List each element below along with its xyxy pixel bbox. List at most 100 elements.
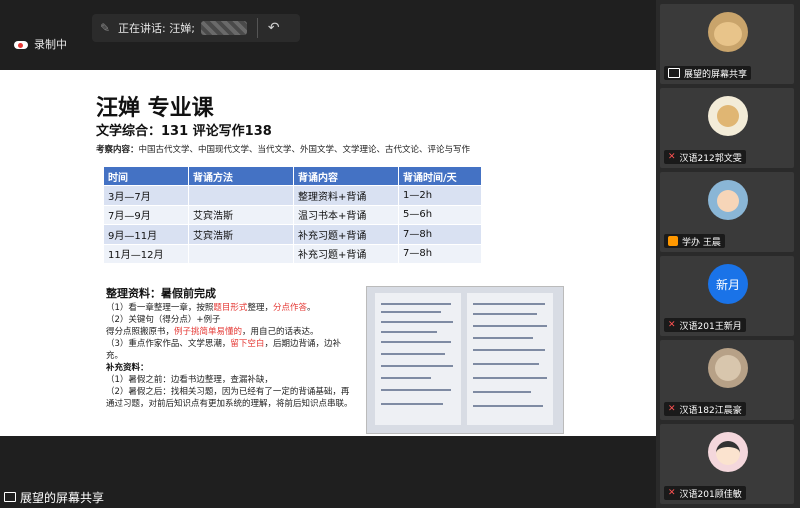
mic-off-icon: ✕: [668, 320, 676, 330]
presenter-label: 展望的屏幕共享: [20, 490, 105, 505]
table-cell: 5—6h: [398, 204, 482, 225]
participant-name: 汉语212郭文雯: [679, 153, 742, 164]
participant-tile[interactable]: 学办 王晨: [660, 172, 794, 252]
text-line: [381, 341, 451, 343]
table-header: 背诵内容: [293, 166, 399, 186]
top-bar: 录制中 ✎ 正在讲话: 汪婵; ↶: [0, 0, 656, 70]
scope-text: 中国古代文学、中国现代文学、当代文学、外国文学、文学理论、古代文论、评论与写作: [138, 145, 471, 155]
recording-indicator[interactable]: 录制中: [14, 36, 67, 52]
table-row: 3月—7月 整理资料+背诵 1—2h: [103, 185, 482, 206]
participant-name: 汉语182江晨豪: [679, 405, 742, 416]
text-line: [473, 325, 547, 327]
table-cell: 补充习题+背诵: [293, 224, 399, 245]
table-cell: 1—2h: [398, 185, 482, 206]
text-line: [473, 391, 531, 393]
participant-caption: ✕ 汉语201王新月: [664, 318, 746, 332]
text-line: [473, 303, 545, 305]
text-avatar: 新月: [708, 264, 748, 304]
scope-label: 考察内容：: [96, 145, 139, 155]
note-line: （3）重点作家作品、文学思潮，留下空白，后期边背诵，边补充。: [106, 339, 341, 361]
photo-avatar: [708, 348, 748, 388]
note-line: 得分点照搬原书，例子挑简单易懂的，用自己的话表达。: [106, 327, 319, 337]
table-cell: 7—8h: [398, 243, 482, 264]
table-cell: [188, 185, 294, 206]
speaking-label: 正在讲话: 汪婵;: [118, 22, 195, 35]
note-line: （2）关键句（得分点）+例子: [106, 315, 221, 325]
table-row: 11月—12月 补充习题+背诵 7—8h: [103, 243, 482, 264]
text-line: [381, 311, 441, 313]
scope-line: 考察内容：中国古代文学、中国现代文学、当代文学、外国文学、文学理论、古代文论、评…: [96, 143, 470, 155]
table-cell: 整理资料+背诵: [293, 185, 399, 206]
text-line: [473, 363, 539, 365]
screen-share-icon: [4, 492, 16, 502]
schedule-table: 时间 背诵方法 背诵内容 背诵时间/天 3月—7月 整理资料+背诵 1—2h 7…: [103, 166, 482, 264]
shiba-avatar: [708, 12, 748, 52]
text-line: [381, 377, 431, 379]
table-cell: 3月—7月: [103, 185, 189, 206]
notebook-photo: [366, 286, 564, 434]
speaking-indicator: ✎ 正在讲话: 汪婵; ↶: [92, 14, 300, 42]
note-line: （1）看一章整理一章，按照题目形式整理，分点作答。: [106, 303, 316, 313]
text-line: [381, 353, 445, 355]
back-arrow-icon[interactable]: ↶: [268, 20, 280, 36]
participant-tile[interactable]: ✕ 汉语212郭文雯: [660, 88, 794, 168]
table-header: 时间: [103, 166, 189, 186]
cartoon-dog-avatar: [708, 96, 748, 136]
table-header: 背诵方法: [188, 166, 294, 186]
slide-subtitle: 文学综合：131 评论写作138: [96, 124, 272, 139]
table-row: 9月—11月 艾宾浩斯 补充习题+背诵 7—8h: [103, 224, 482, 245]
table-cell: 7月—9月: [103, 204, 189, 225]
table-cell: 艾宾浩斯: [188, 224, 294, 245]
screen-share-icon: [668, 68, 680, 78]
cloud-record-icon: [14, 39, 28, 49]
cartoon-kid-avatar: [708, 432, 748, 472]
mic-off-icon: ✕: [668, 152, 676, 162]
text-line: [473, 349, 545, 351]
divider: [256, 18, 258, 38]
slide-title: 汪婵 专业课: [96, 96, 214, 121]
participant-tile[interactable]: 新月 ✕ 汉语201王新月: [660, 256, 794, 336]
table-cell: 补充习题+背诵: [293, 243, 399, 264]
table-cell: 艾宾浩斯: [188, 204, 294, 225]
table-cell: 7—8h: [398, 224, 482, 245]
table-header: 背诵时间/天: [398, 166, 482, 186]
mic-off-icon: ✕: [668, 488, 676, 498]
table-cell: [188, 243, 294, 264]
mic-off-icon: ✎: [100, 21, 111, 35]
participant-caption: 展望的屏幕共享: [664, 66, 752, 80]
blurred-name: [200, 21, 247, 35]
participant-tile[interactable]: 展望的屏幕共享: [660, 4, 794, 84]
notes-block: 整理资料：暑假前完成 （1）看一章整理一章，按照题目形式整理，分点作答。 （2）…: [106, 288, 356, 410]
text-line: [381, 389, 451, 391]
participant-name: 学办 王晨: [682, 237, 721, 248]
note-line: （2）暑假之后：找相关习题，因为已经有了一定的背诵基础，再通过习题，对前后知识点…: [106, 387, 353, 409]
presenter-bar: 展望的屏幕共享: [0, 486, 660, 508]
shared-slide: 汪婵 专业课 文学综合：131 评论写作138 考察内容：中国古代文学、中国现代…: [0, 70, 656, 436]
participant-tile[interactable]: ✕ 汉语182江晨豪: [660, 340, 794, 420]
participant-name: 汉语201王新月: [679, 321, 742, 332]
text-line: [381, 365, 453, 367]
text-line: [473, 313, 537, 315]
participant-caption: ✕ 汉语212郭文雯: [664, 150, 746, 164]
mic-off-icon: ✕: [668, 404, 676, 414]
notes-heading: 整理资料：暑假前完成: [106, 287, 216, 300]
table-cell: 11月—12月: [103, 243, 189, 264]
cartoon-girl-avatar: [708, 180, 748, 220]
text-line: [381, 403, 443, 405]
text-line: [473, 405, 543, 407]
participant-tile[interactable]: ✕ 汉语201顾佳敏: [660, 424, 794, 504]
text-line: [381, 321, 453, 323]
host-badge-icon: [668, 236, 678, 246]
participant-name: 汉语201顾佳敏: [679, 489, 742, 500]
participant-caption: ✕ 汉语201顾佳敏: [664, 486, 746, 500]
note-line: （1）暑假之前：边看书边整理，查漏补缺，: [106, 375, 273, 385]
table-cell: 温习书本+背诵: [293, 204, 399, 225]
table-cell: 9月—11月: [103, 224, 189, 245]
participant-sidebar: 展望的屏幕共享 ✕ 汉语212郭文雯 学办 王晨 新月 ✕ 汉语201王新月 ✕…: [656, 0, 800, 508]
participant-name: 展望的屏幕共享: [684, 69, 748, 80]
participant-caption: ✕ 汉语182江晨豪: [664, 402, 746, 416]
text-line: [381, 303, 451, 305]
text-line: [473, 337, 533, 339]
table-row: 7月—9月 艾宾浩斯 温习书本+背诵 5—6h: [103, 204, 482, 225]
participant-caption: 学办 王晨: [664, 234, 725, 248]
